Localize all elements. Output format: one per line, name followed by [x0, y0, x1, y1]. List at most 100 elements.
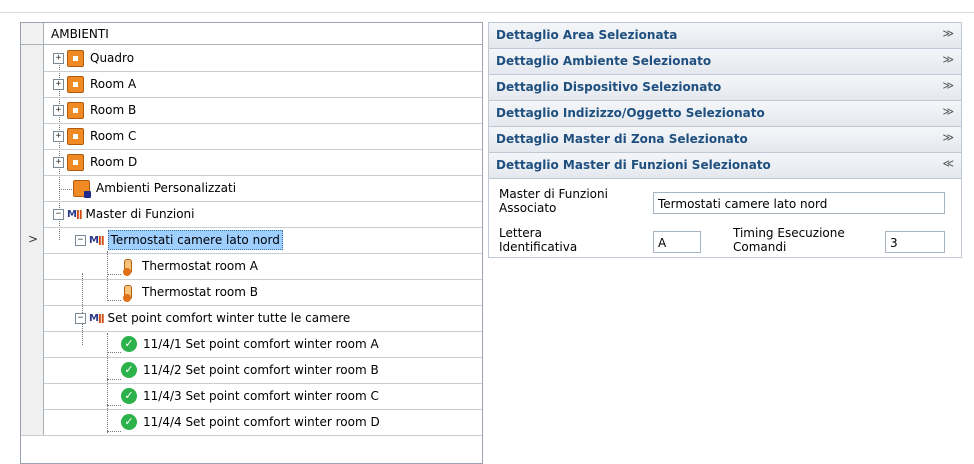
tree-row[interactable]: + Room C [21, 123, 482, 150]
tree-node-label: Quadro [90, 51, 135, 65]
current-row-arrow-icon: > [28, 232, 39, 246]
row-selector[interactable] [21, 279, 44, 305]
master-associato-field[interactable]: Termostati camere lato nord [653, 192, 945, 214]
tree-row[interactable]: − Mǁ Set point comfort winter tutte le c… [21, 305, 482, 332]
tree-node-group-address[interactable]: ✓ 11/4/2 Set point comfort winter room B [121, 357, 379, 383]
tree-row[interactable]: + Room D [21, 149, 482, 176]
lettera-identificativa-field[interactable]: A [653, 231, 701, 253]
master-associato-label: Master di Funzioni Associato [499, 187, 608, 215]
collapse-icon[interactable]: − [75, 234, 86, 246]
expand-icon[interactable]: + [53, 130, 64, 142]
room-icon [67, 49, 84, 67]
room-icon [67, 101, 84, 119]
row-selector[interactable] [21, 253, 44, 279]
collapse-icon[interactable]: − [75, 312, 86, 324]
collapse-chevron-icon[interactable]: ≪ [942, 157, 954, 170]
tree-node-ambienti-personalizzati[interactable]: Ambienti Personalizzati [73, 175, 236, 201]
tree-row[interactable]: Thermostat room A [21, 253, 482, 280]
tree-row[interactable]: + Quadro [21, 45, 482, 72]
label-line: Comandi [733, 240, 787, 254]
expand-chevron-icon[interactable]: ≫ [942, 53, 954, 66]
tree-node-label: Master di Funzioni [85, 207, 195, 221]
master-functions-icon: Mǁ [67, 208, 82, 220]
expand-chevron-icon[interactable]: ≫ [942, 105, 954, 118]
tree-row[interactable]: + Room A [21, 71, 482, 98]
tree-row[interactable]: ✓ 11/4/1 Set point comfort winter room A [21, 331, 482, 358]
ambienti-tree[interactable]: AMBIENTI + Quadro + Room A + Room B + Ro… [20, 22, 483, 464]
row-selector[interactable] [21, 149, 44, 175]
tree-node-master-di-funzioni[interactable]: − Mǁ Master di Funzioni [53, 201, 194, 227]
check-icon: ✓ [121, 414, 137, 430]
tree-node-label: Ambienti Personalizzati [96, 181, 237, 195]
row-selector[interactable]: > [21, 227, 44, 253]
tree-node-label: Room C [90, 129, 137, 143]
label-line: Identificativa [499, 240, 578, 254]
timing-esecuzione-field[interactable]: 3 [885, 231, 945, 253]
row-selector[interactable] [21, 383, 44, 409]
tree-node-room-c[interactable]: + Room C [53, 123, 136, 149]
expand-icon[interactable]: + [53, 156, 64, 168]
tree-node-room-a[interactable]: + Room A [53, 71, 136, 97]
tree-row[interactable]: ✓ 11/4/3 Set point comfort winter room C [21, 383, 482, 410]
tree-node-label: 11/4/3 Set point comfort winter room C [143, 389, 379, 403]
tree-node-room-d[interactable]: + Room D [53, 149, 137, 175]
check-icon: ✓ [121, 336, 137, 352]
tree-node-label: 11/4/4 Set point comfort winter room D [143, 415, 380, 429]
tree-node-room-b[interactable]: + Room B [53, 97, 136, 123]
section-dettaglio-indirizzo[interactable]: Dettaglio Indizizzo/Oggetto Selezionato … [488, 100, 962, 126]
row-selector[interactable] [21, 123, 44, 149]
tree-node-label: Room B [90, 103, 137, 117]
section-title: Dettaglio Area Selezionata [496, 28, 678, 42]
tree-node-thermostat-room-a[interactable]: Thermostat room A [123, 253, 258, 279]
tree-node-quadro[interactable]: + Quadro [53, 45, 134, 71]
tree-row[interactable]: Ambienti Personalizzati [21, 175, 482, 202]
row-selector[interactable] [21, 175, 44, 201]
row-selector[interactable] [21, 71, 44, 97]
details-accordion: Dettaglio Area Selezionata ≫ Dettaglio A… [488, 22, 962, 258]
tree-row[interactable]: + Room B [21, 97, 482, 124]
tree-node-group-address[interactable]: ✓ 11/4/1 Set point comfort winter room A [121, 331, 379, 357]
tree-row[interactable]: Thermostat room B [21, 279, 482, 306]
check-icon: ✓ [121, 362, 137, 378]
tree-node-group-address[interactable]: ✓ 11/4/4 Set point comfort winter room D [121, 409, 380, 435]
row-selector[interactable] [21, 409, 44, 435]
collapse-icon[interactable]: − [53, 208, 64, 220]
check-icon: ✓ [121, 388, 137, 404]
section-dettaglio-ambiente[interactable]: Dettaglio Ambiente Selezionato ≫ [488, 48, 962, 74]
master-funzioni-detail-panel: Master di Funzioni Associato Termostati … [488, 178, 962, 258]
master-functions-icon: Mǁ [89, 234, 104, 246]
room-icon [67, 153, 84, 171]
row-selector[interactable] [21, 45, 44, 71]
section-dettaglio-master-zona[interactable]: Dettaglio Master di Zona Selezionato ≫ [488, 126, 962, 152]
tree-node-label: Thermostat room B [142, 285, 258, 299]
room-icon [67, 127, 84, 145]
room-icon [67, 75, 84, 93]
tree-row[interactable]: ✓ 11/4/2 Set point comfort winter room B [21, 357, 482, 384]
tree-header: AMBIENTI [21, 23, 482, 45]
tree-row[interactable]: − Mǁ Master di Funzioni [21, 201, 482, 228]
thermometer-icon [123, 258, 132, 276]
section-dettaglio-dispositivo[interactable]: Dettaglio Dispositivo Selezionato ≫ [488, 74, 962, 100]
master-functions-icon: Mǁ [89, 312, 104, 324]
expand-icon[interactable]: + [53, 78, 64, 90]
expand-icon[interactable]: + [53, 52, 64, 64]
tree-row[interactable]: ✓ 11/4/4 Set point comfort winter room D [21, 409, 482, 436]
tree-node-termostati-camere[interactable]: − Mǁ Termostati camere lato nord [75, 227, 283, 253]
row-selector[interactable] [21, 97, 44, 123]
tree-node-label: 11/4/2 Set point comfort winter room B [143, 363, 379, 377]
row-selector[interactable] [21, 305, 44, 331]
expand-chevron-icon[interactable]: ≫ [942, 79, 954, 92]
section-dettaglio-area[interactable]: Dettaglio Area Selezionata ≫ [488, 22, 962, 48]
section-dettaglio-master-funzioni[interactable]: Dettaglio Master di Funzioni Selezionato… [488, 152, 962, 178]
expand-chevron-icon[interactable]: ≫ [942, 27, 954, 40]
tree-node-group-address[interactable]: ✓ 11/4/3 Set point comfort winter room C [121, 383, 379, 409]
row-selector[interactable] [21, 201, 44, 227]
tree-node-set-point-tutte[interactable]: − Mǁ Set point comfort winter tutte le c… [75, 305, 350, 331]
row-selector[interactable] [21, 331, 44, 357]
expand-icon[interactable]: + [53, 104, 64, 116]
tree-row-selected[interactable]: > − Mǁ Termostati camere lato nord [21, 227, 482, 254]
expand-chevron-icon[interactable]: ≫ [942, 131, 954, 144]
label-line: Associato [499, 201, 557, 215]
row-selector[interactable] [21, 357, 44, 383]
tree-node-thermostat-room-b[interactable]: Thermostat room B [123, 279, 258, 305]
